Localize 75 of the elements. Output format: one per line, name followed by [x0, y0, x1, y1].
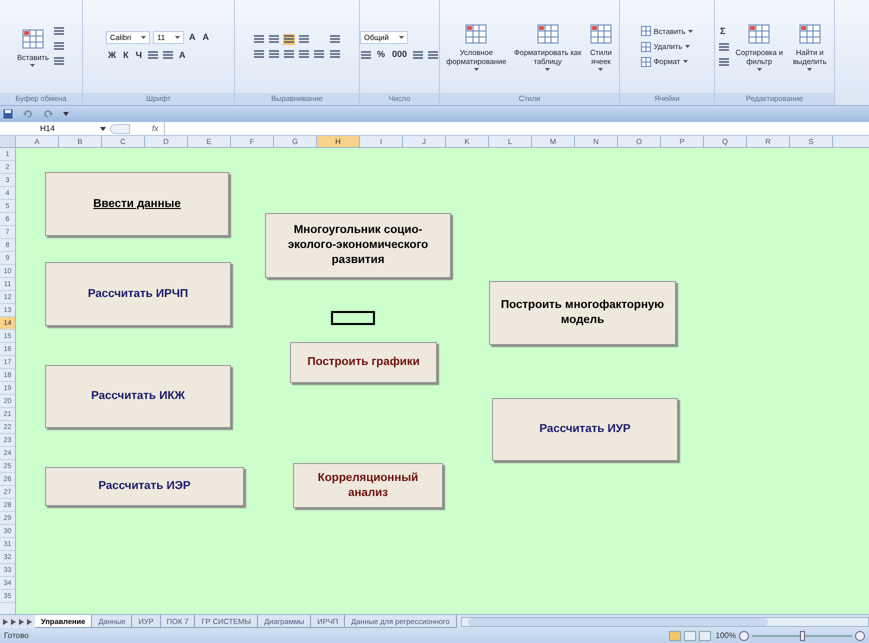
macro-button[interactable]: Корреляционный анализ	[293, 463, 443, 508]
toolbar-button[interactable]: Ж	[106, 48, 118, 62]
lines-icon[interactable]	[253, 34, 265, 44]
table-icon	[536, 22, 560, 46]
name-box[interactable]: H14	[40, 122, 55, 134]
lines-icon[interactable]	[298, 34, 310, 44]
caret-icon[interactable]	[398, 36, 404, 40]
lines-icon[interactable]	[329, 34, 341, 44]
toolbar-button[interactable]: Σ	[718, 24, 728, 38]
zoom-in-button[interactable]	[855, 630, 865, 640]
table-icon	[588, 22, 613, 46]
toolbar-button[interactable]: 000	[390, 48, 410, 62]
toolbar-button[interactable]: A	[187, 31, 198, 44]
lines-icon[interactable]	[427, 50, 440, 60]
caret-icon[interactable]	[141, 36, 146, 40]
caret-icon[interactable]	[598, 68, 604, 71]
caret-icon[interactable]	[175, 36, 180, 40]
macro-button[interactable]: Ввести данные	[45, 172, 229, 236]
lines-icon[interactable]	[268, 34, 280, 44]
lines-icon[interactable]	[253, 48, 265, 60]
worksheet-grid[interactable]: Ввести данные Рассчитать ИРЧП Рассчитать ИКЖ Рассчитать ИЭР Многоугольник социо-эколого-экономического развития Построить графики Корреляционный анализ Построить многофакторную модель Рассчитать ИУР	[16, 148, 869, 614]
lines-icon[interactable]	[268, 48, 280, 60]
lines-icon[interactable]	[718, 42, 730, 54]
macro-button[interactable]: Рассчитать ИРЧП	[45, 262, 231, 326]
caret-icon[interactable]	[100, 126, 106, 130]
macro-button[interactable]: Рассчитать ИУР	[492, 398, 678, 461]
caret-icon[interactable]	[756, 68, 762, 71]
toolbar-button[interactable]: A	[200, 31, 212, 44]
toolbar-button[interactable]: %	[374, 48, 387, 62]
lines-icon[interactable]	[146, 50, 159, 61]
status-text: Готово	[4, 630, 29, 642]
toolbar-button[interactable]: A	[176, 48, 188, 62]
lines-icon[interactable]	[329, 48, 341, 60]
table-icon	[464, 22, 488, 46]
caret-icon[interactable]	[688, 30, 694, 33]
macro-button[interactable]: Рассчитать ИЭР	[45, 467, 244, 506]
table-icon	[20, 26, 45, 50]
lines-icon[interactable]	[313, 48, 325, 60]
insert-function-button[interactable]: fx	[152, 122, 158, 134]
save-icon[interactable]	[3, 109, 13, 119]
lines-icon[interactable]	[412, 50, 424, 60]
lines-icon[interactable]	[52, 41, 65, 52]
macro-button[interactable]: Многоугольник социо-эколого-экономического развития	[265, 213, 451, 278]
selected-cell[interactable]	[331, 311, 375, 325]
grid-icon	[640, 26, 651, 36]
lines-icon[interactable]	[52, 56, 65, 67]
grid-icon	[640, 42, 651, 52]
lines-icon[interactable]	[52, 26, 65, 37]
macro-button[interactable]: Построить многофакторную модель	[489, 281, 676, 345]
caret-icon[interactable]	[683, 60, 688, 64]
caret-icon[interactable]	[685, 45, 690, 48]
macro-button[interactable]: Рассчитать ИКЖ	[45, 365, 231, 428]
zoom-slider-thumb[interactable]	[800, 630, 804, 640]
formula-bar-handle[interactable]	[110, 124, 130, 134]
lines-icon[interactable]	[162, 50, 174, 61]
toolbar-button[interactable]: К	[121, 48, 131, 62]
caret-icon[interactable]	[30, 64, 36, 66]
table-icon	[747, 22, 772, 46]
zoom-level[interactable]: 100%	[716, 630, 736, 642]
caret-icon[interactable]	[474, 68, 479, 71]
macro-button[interactable]: Построить графики	[290, 342, 437, 383]
lines-icon[interactable]	[283, 48, 295, 60]
grid-icon	[640, 56, 651, 67]
zoom-out-button[interactable]	[739, 630, 749, 640]
lines-icon[interactable]	[283, 34, 295, 44]
horizontal-scrollbar[interactable]	[460, 616, 869, 626]
caret-icon[interactable]	[63, 112, 69, 116]
lines-icon[interactable]	[298, 48, 310, 60]
caret-icon[interactable]	[807, 68, 812, 71]
toolbar-button[interactable]: Ч	[134, 48, 144, 62]
caret-icon[interactable]	[545, 68, 550, 71]
scrollbar-thumb[interactable]	[468, 618, 768, 626]
lines-icon[interactable]	[360, 50, 372, 60]
table-icon	[798, 22, 822, 46]
lines-icon[interactable]	[718, 57, 730, 68]
